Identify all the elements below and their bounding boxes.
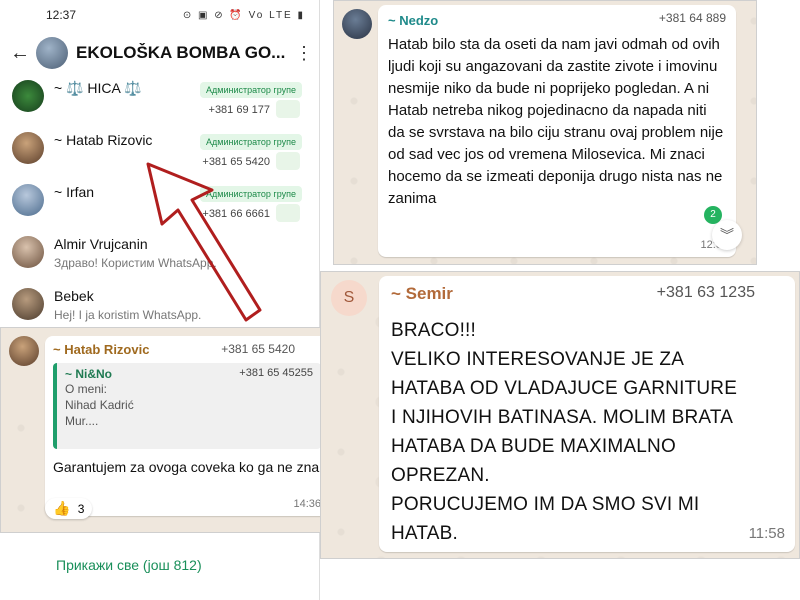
member-avatar bbox=[12, 288, 44, 320]
message-text: BRACO!!! VELIKO INTERESOVANJE JE ZA HATA… bbox=[391, 316, 783, 548]
reaction-count: 3 bbox=[77, 502, 85, 516]
thumbs-up-icon: 👍 bbox=[53, 500, 71, 516]
sender-phone: +381 65 5420 bbox=[221, 342, 295, 356]
sender-avatar[interactable]: S bbox=[331, 280, 367, 316]
message-time: 11:58 bbox=[748, 525, 785, 542]
quoted-message[interactable]: ~ Ni&No +381 65 45255 O meni: Nihad Kadr… bbox=[53, 363, 321, 449]
reaction-badge[interactable]: 👍 3 bbox=[45, 498, 93, 519]
group-header: ← EKOLOŠKA BOMBA GO... ⋮ bbox=[0, 30, 319, 76]
sender-avatar[interactable] bbox=[9, 336, 39, 366]
member-row[interactable]: ~ ⚖️ HICA ⚖️ Администратор групе +381 69… bbox=[0, 72, 320, 124]
message-text: Garantujem za ovoga coveka ko ga ne zna bbox=[53, 459, 320, 475]
member-avatar bbox=[12, 132, 44, 164]
sender-phone: +381 64 889 bbox=[658, 11, 726, 25]
status-bar: 12:37 ⊙ ▣ ⊘ ⏰ Vo LTE ▮ bbox=[0, 0, 319, 30]
quoted-phone: +381 65 45255 bbox=[239, 367, 313, 379]
arrow-overlay bbox=[146, 162, 262, 322]
redaction-mark bbox=[276, 152, 300, 170]
message-line: OPREZAN. bbox=[391, 465, 490, 486]
chevron-double-down-icon[interactable]: ︾ bbox=[712, 220, 742, 250]
group-avatar[interactable] bbox=[36, 37, 68, 69]
more-vert-icon[interactable]: ⋮ bbox=[295, 43, 313, 64]
quoted-line: Nihad Kadrić bbox=[65, 398, 134, 412]
admin-badge: Администратор групе bbox=[200, 82, 302, 98]
message-panel-semir: S ~ Semir +381 63 1235 BRACO!!! VELIKO I… bbox=[320, 271, 800, 559]
quoted-line: Mur.... bbox=[65, 414, 99, 428]
redaction-mark bbox=[276, 100, 300, 118]
arrow-left-icon[interactable]: ← bbox=[10, 42, 36, 65]
group-title[interactable]: EKOLOŠKA BOMBA GO... bbox=[76, 43, 295, 63]
message-panel-nedzo: ~ Nedzo +381 64 889 Hatab bilo sta da os… bbox=[333, 0, 757, 265]
member-avatar bbox=[12, 236, 44, 268]
member-avatar bbox=[12, 184, 44, 216]
message-bubble[interactable]: ~ Hatab Rizovic +381 65 5420 ~ Ni&No +38… bbox=[45, 336, 329, 516]
sender-avatar[interactable] bbox=[342, 9, 372, 39]
admin-badge: Администратор групе bbox=[200, 134, 302, 150]
redaction-mark bbox=[276, 204, 300, 222]
sender-phone: +381 63 1235 bbox=[656, 284, 755, 301]
quoted-line: O meni: bbox=[65, 382, 108, 396]
message-line: I NJIHOVIH BATINASA. MOLIM BRATA bbox=[391, 407, 734, 428]
message-line: HATABA DA BUDE MAXIMALNO bbox=[391, 436, 676, 457]
message-text: Hatab bilo sta da oseti da nam javi odma… bbox=[388, 36, 724, 207]
message-line: PORUCUJEMO IM DA SMO SVI MI bbox=[391, 494, 700, 515]
message-line: HATABA OD VLADAJUCE GARNITURE bbox=[391, 378, 738, 399]
message-bubble[interactable]: ~ Nedzo +381 64 889 Hatab bilo sta da os… bbox=[378, 5, 736, 257]
member-phone: +381 69 177 bbox=[208, 104, 270, 116]
message-line: VELIKO INTERESOVANJE JE ZA bbox=[391, 349, 685, 370]
message-time: 14:36 bbox=[293, 498, 321, 510]
message-panel-hatab: ~ Hatab Rizovic +381 65 5420 ~ Ni&No +38… bbox=[0, 327, 333, 533]
message-line: HATAB. bbox=[391, 523, 459, 544]
status-time: 12:37 bbox=[46, 8, 77, 22]
status-icons: ⊙ ▣ ⊘ ⏰ Vo LTE ▮ bbox=[182, 9, 305, 21]
message-line: BRACO!!! bbox=[391, 320, 477, 341]
show-all-members-link[interactable]: Прикажи све (још 812) bbox=[56, 557, 202, 573]
message-bubble[interactable]: ~ Semir +381 63 1235 BRACO!!! VELIKO INT… bbox=[379, 276, 795, 552]
member-avatar bbox=[12, 80, 44, 112]
